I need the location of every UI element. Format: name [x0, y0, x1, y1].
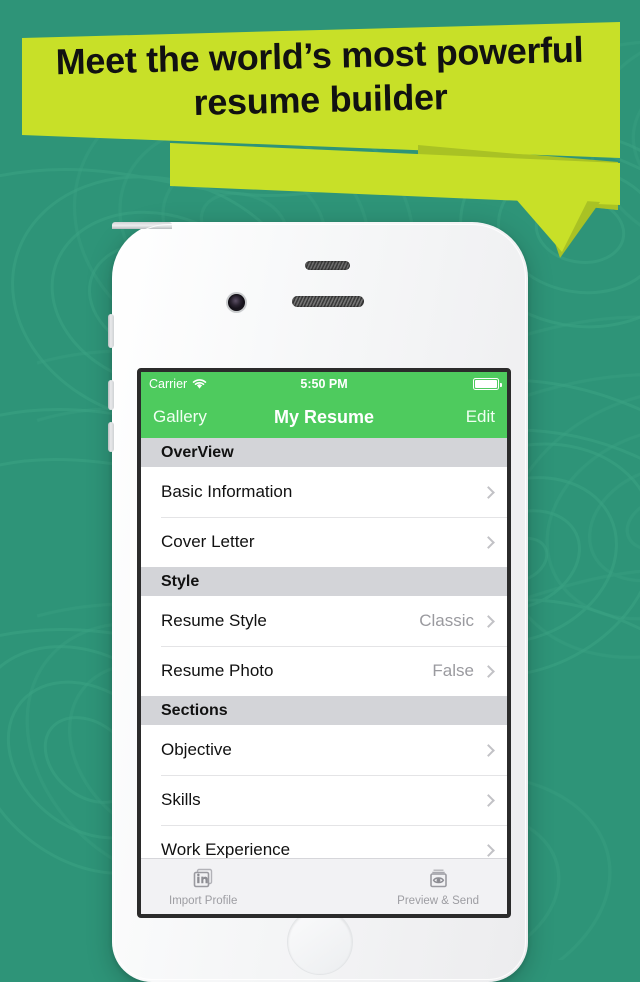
front-camera-icon: [228, 294, 245, 311]
chevron-right-icon: [482, 485, 495, 499]
promo-headline: Meet the world’s most powerful resume bu…: [29, 27, 611, 129]
row-value: False: [432, 661, 474, 680]
section-header-sections: Sections: [141, 696, 507, 725]
table-row[interactable]: Resume Style Classic: [141, 596, 507, 646]
power-button[interactable]: [112, 222, 172, 229]
settings-table[interactable]: OverView Basic Information Cover Letter …: [141, 438, 507, 858]
bottom-toolbar: Import Profile Preview & Send: [141, 858, 507, 914]
row-label: Skills: [161, 790, 201, 809]
status-bar-right: [473, 378, 502, 390]
phone-screen: Carrier 5:50 PM Gallery My Resume Edit O…: [137, 368, 511, 918]
row-label: Resume Style: [161, 611, 267, 630]
promo-banner: Meet the world’s most powerful resume bu…: [0, 0, 640, 260]
volume-down-button[interactable]: [108, 422, 114, 452]
row-value: Classic: [419, 611, 474, 630]
table-row[interactable]: Work Experience: [141, 825, 507, 858]
preview-send-button[interactable]: Preview & Send: [397, 866, 479, 907]
table-row[interactable]: Basic Information: [141, 467, 507, 517]
silent-switch[interactable]: [108, 314, 114, 348]
chevron-right-icon: [482, 535, 495, 549]
volume-up-button[interactable]: [108, 380, 114, 410]
navigation-bar: Gallery My Resume Edit: [141, 396, 507, 438]
chevron-right-icon: [482, 664, 495, 678]
import-profile-button[interactable]: Import Profile: [169, 866, 237, 907]
row-label: Resume Photo: [161, 661, 274, 680]
page-title: My Resume: [273, 406, 375, 427]
chevron-right-icon: [482, 743, 495, 757]
table-row[interactable]: Cover Letter: [141, 517, 507, 567]
top-speaker-grille: [305, 261, 350, 270]
table-row[interactable]: Skills: [141, 775, 507, 825]
preview-send-label: Preview & Send: [397, 895, 479, 907]
earpiece-speaker-grille: [292, 296, 364, 307]
section-header-overview: OverView: [141, 438, 507, 467]
row-label: Objective: [161, 740, 232, 759]
status-bar-time: 5:50 PM: [300, 377, 348, 391]
home-button[interactable]: [288, 910, 352, 974]
row-label: Work Experience: [161, 840, 291, 858]
preview-eye-icon: [426, 866, 451, 892]
chevron-right-icon: [482, 614, 495, 628]
chevron-right-icon: [482, 843, 495, 857]
battery-full-icon: [473, 378, 502, 390]
table-row[interactable]: Resume Photo False: [141, 646, 507, 696]
chevron-right-icon: [482, 793, 495, 807]
table-row[interactable]: Objective: [141, 725, 507, 775]
status-bar: Carrier 5:50 PM: [141, 372, 507, 396]
iphone-device: Carrier 5:50 PM Gallery My Resume Edit O…: [108, 222, 528, 982]
linkedin-icon: [191, 866, 216, 892]
section-header-style: Style: [141, 567, 507, 596]
row-label: Cover Letter: [161, 532, 255, 551]
import-profile-label: Import Profile: [169, 895, 238, 907]
row-label: Basic Information: [161, 482, 293, 501]
